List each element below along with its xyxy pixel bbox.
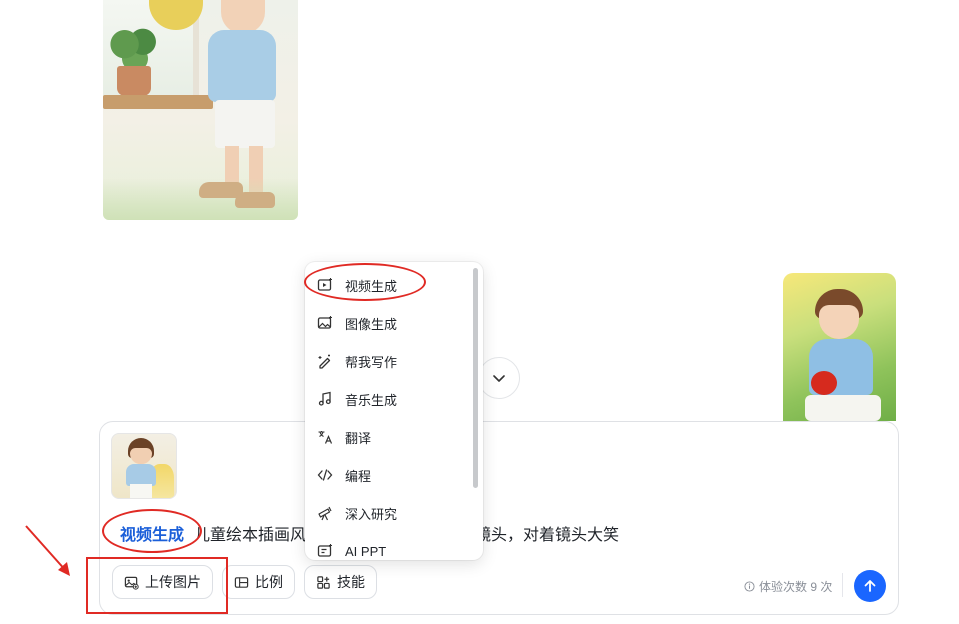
user-uploaded-image[interactable] — [783, 273, 896, 421]
pen-write-icon — [318, 354, 331, 369]
menu-item-writing[interactable]: 帮我写作 — [305, 342, 470, 380]
music-note-icon — [318, 391, 331, 406]
usage-quota: 体验次数 9 次 — [744, 578, 832, 595]
menu-scrollbar[interactable] — [473, 268, 478, 488]
aspect-ratio-button[interactable]: 比例 — [222, 565, 295, 599]
menu-item-label: 深入研究 — [345, 506, 398, 522]
menu-item-ai-ppt[interactable]: AI PPT — [305, 532, 470, 560]
menu-item-label: 翻译 — [345, 430, 372, 446]
skills-menu: 视频生成 图像生成 帮我写作 音乐生成 翻译 编程 深入研究 AI PPT — [305, 262, 483, 560]
menu-item-deep-research[interactable]: 深入研究 — [305, 494, 470, 532]
divider — [842, 573, 843, 597]
image-generate-icon — [317, 316, 332, 329]
menu-item-label: 音乐生成 — [345, 392, 398, 408]
menu-item-label: 编程 — [345, 468, 372, 484]
skills-label: 技能 — [337, 574, 365, 590]
info-icon — [744, 581, 755, 592]
annotation-arrow-icon — [25, 525, 70, 576]
menu-item-image-generate[interactable]: 图像生成 — [305, 304, 470, 342]
menu-item-music-generate[interactable]: 音乐生成 — [305, 380, 470, 418]
menu-item-coding[interactable]: 编程 — [305, 456, 470, 494]
aspect-ratio-icon — [234, 576, 249, 588]
code-icon — [317, 469, 333, 481]
prompt-text: 儿童绘本插画风 — [194, 527, 307, 544]
skills-grid-icon — [317, 575, 330, 589]
annotation-circle-mode-tag — [102, 509, 202, 553]
aspect-ratio-label: 比例 — [255, 574, 283, 590]
generated-image-top[interactable] — [103, 0, 298, 220]
menu-item-label: 帮我写作 — [345, 354, 398, 370]
send-button[interactable] — [854, 570, 886, 602]
attached-image-thumbnail[interactable] — [111, 433, 177, 499]
annotation-circle-menu — [304, 263, 426, 301]
menu-item-label: AI PPT — [345, 543, 387, 559]
menu-item-translate[interactable]: 翻译 — [305, 418, 470, 456]
arrow-up-icon — [864, 580, 876, 592]
ppt-icon — [317, 544, 332, 557]
annotation-rect-upload — [86, 557, 228, 614]
translate-icon — [318, 431, 333, 444]
scroll-down-button[interactable] — [478, 357, 520, 399]
menu-item-label: 图像生成 — [345, 316, 398, 332]
telescope-icon — [318, 506, 332, 521]
chevron-down-icon — [493, 375, 505, 382]
skills-button[interactable]: 技能 — [304, 565, 377, 599]
usage-quota-text: 体验次数 9 次 — [759, 580, 833, 594]
